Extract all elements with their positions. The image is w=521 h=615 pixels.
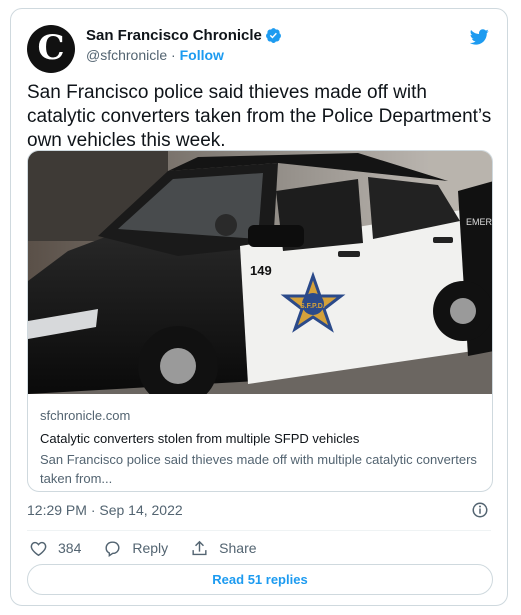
like-count: 384 xyxy=(58,540,82,556)
tweet-timestamp[interactable]: 12:29 PM · Sep 14, 2022 xyxy=(27,502,183,518)
car-number-text: 149 xyxy=(250,263,272,278)
link-title: Catalytic converters stolen from multipl… xyxy=(40,431,360,446)
rear-text: EMERG xyxy=(466,217,493,227)
twitter-bird-icon[interactable] xyxy=(467,27,491,47)
police-car-photo: 149 S.F.P.D. EMERG xyxy=(28,151,493,394)
follow-link[interactable]: Follow xyxy=(180,47,224,63)
like-button[interactable]: 384 xyxy=(29,539,81,558)
avatar-letter: C xyxy=(37,28,65,68)
author-display-name[interactable]: San Francisco Chronicle xyxy=(86,27,262,44)
handle-separator: · xyxy=(167,47,180,63)
author-name-row: San Francisco Chronicle xyxy=(86,27,282,44)
badge-text: S.F.P.D. xyxy=(300,303,325,310)
share-button[interactable]: Share xyxy=(190,539,257,558)
link-meta: sfchronicle.com Catalytic converters sto… xyxy=(40,406,480,488)
tweet-text: San Francisco police said thieves made o… xyxy=(27,82,492,151)
share-icon xyxy=(192,540,207,555)
author-handle[interactable]: @sfchronicle xyxy=(86,47,167,63)
read-replies-label: Read 51 replies xyxy=(212,572,308,587)
divider xyxy=(27,530,491,531)
author-handle-row: @sfchronicle · Follow xyxy=(86,47,224,63)
reply-label: Reply xyxy=(132,540,169,556)
tweet-embed-card: C San Francisco Chronicle @sfchronicle ·… xyxy=(10,8,508,606)
link-preview-card[interactable]: 149 S.F.P.D. EMERG sfchronicle.com Catal… xyxy=(27,150,493,492)
reply-bubble-icon xyxy=(105,540,120,557)
avatar[interactable]: C xyxy=(27,25,75,73)
link-description: San Francisco police said thieves made o… xyxy=(40,452,477,486)
share-label: Share xyxy=(219,540,257,556)
action-bar: 384 Reply Share xyxy=(29,538,279,558)
verified-badge-icon xyxy=(265,28,281,43)
info-icon[interactable] xyxy=(471,501,489,519)
link-domain: sfchronicle.com xyxy=(40,408,131,423)
heart-icon xyxy=(30,541,47,556)
read-replies-button[interactable]: Read 51 replies xyxy=(27,564,493,595)
reply-button[interactable]: Reply xyxy=(103,539,168,558)
